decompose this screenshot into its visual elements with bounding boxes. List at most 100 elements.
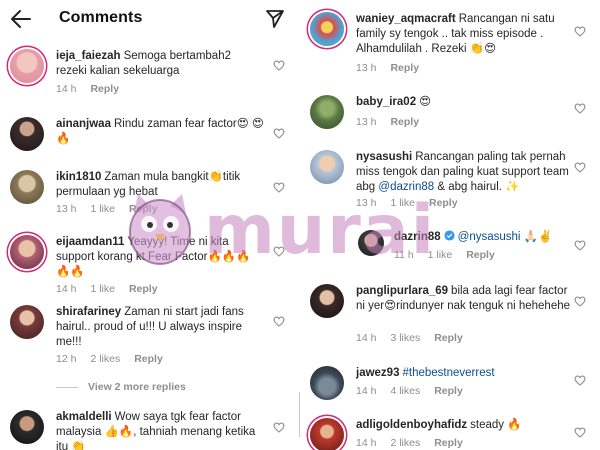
- avatar[interactable]: [310, 284, 344, 318]
- comment-item: nysasushi Rancangan paling tak pernah mis…: [310, 150, 595, 212]
- reply-button[interactable]: Reply: [434, 437, 463, 449]
- comment-username[interactable]: ainanjwaa: [56, 118, 111, 130]
- reply-button[interactable]: Reply: [90, 83, 119, 95]
- heart-icon[interactable]: [574, 375, 586, 386]
- comments-panel-right: waniey_aqmacraft Rancangan ni satu family…: [302, 0, 600, 450]
- comment-username[interactable]: nysasushi: [356, 151, 412, 163]
- comment-meta: 13 h Reply: [356, 116, 433, 128]
- mention-link[interactable]: @nysasushi: [458, 231, 521, 243]
- comment-username[interactable]: adligoldenboyhafidz: [356, 419, 467, 431]
- comment-time: 11 h: [394, 249, 414, 261]
- heart-icon[interactable]: [574, 296, 586, 307]
- reply-button[interactable]: Reply: [129, 203, 158, 215]
- comment-username[interactable]: panglipurlara_69: [356, 285, 448, 297]
- heart-icon[interactable]: [574, 240, 586, 251]
- like-count[interactable]: 1 like: [90, 203, 115, 215]
- comment-meta: 14 h 3 likes Reply: [356, 332, 477, 344]
- reply-button[interactable]: Reply: [466, 249, 495, 261]
- reply-button[interactable]: Reply: [429, 197, 458, 209]
- like-count[interactable]: 2 likes: [390, 437, 420, 449]
- comment-meta: 14 h 2 likes Reply: [356, 437, 477, 449]
- comment-time: 14 h: [356, 332, 377, 344]
- reply-button[interactable]: Reply: [129, 283, 158, 295]
- comment-meta: 14 h 1 like Reply: [56, 283, 172, 295]
- like-count[interactable]: 1 like: [390, 197, 415, 209]
- comment-username[interactable]: akmaldelli: [56, 411, 112, 423]
- avatar[interactable]: [10, 117, 44, 151]
- verified-badge-icon: [444, 230, 455, 241]
- comment-meta: 13 h Reply: [356, 62, 433, 74]
- comment-time: 12 h: [56, 353, 77, 365]
- comment-item: ainanjwaa Rindu zaman fear factor😍 😍🔥: [10, 117, 290, 153]
- arrow-left-icon[interactable]: [10, 8, 32, 30]
- comment-item: baby_ira02 😍 13 h Reply: [310, 95, 595, 131]
- heart-icon[interactable]: [273, 246, 285, 257]
- avatar[interactable]: [10, 235, 44, 269]
- heart-icon[interactable]: [574, 103, 586, 114]
- comment-username[interactable]: shirafariney: [56, 306, 121, 318]
- page-title: Comments: [59, 9, 143, 26]
- heart-icon[interactable]: [574, 26, 586, 37]
- reply-button[interactable]: Reply: [434, 332, 463, 344]
- heart-icon[interactable]: [273, 60, 285, 71]
- avatar[interactable]: [10, 410, 44, 444]
- avatar[interactable]: [310, 366, 344, 400]
- avatar[interactable]: [10, 305, 44, 339]
- comments-panel-left: Comments ieja_faiezah Semoga bertambah2 r…: [0, 0, 297, 450]
- comment-time: 14 h: [56, 83, 77, 95]
- reply-button[interactable]: Reply: [390, 116, 419, 128]
- heart-icon[interactable]: [273, 316, 285, 327]
- comment-item: akmaldelli Wow saya tgk fear factor malay…: [10, 410, 290, 450]
- like-count[interactable]: 3 likes: [390, 332, 420, 344]
- heart-icon[interactable]: [273, 422, 285, 433]
- heart-icon[interactable]: [574, 162, 586, 173]
- comment-time: 14 h: [356, 437, 377, 449]
- comment-time: 13 h: [356, 116, 377, 128]
- comment-username[interactable]: waniey_aqmacraft: [356, 13, 456, 25]
- comment-time: 14 h: [356, 385, 377, 397]
- paper-plane-icon[interactable]: [265, 9, 285, 29]
- comment-item: ikin1810 Zaman mula bangkit👏titik permula…: [10, 170, 290, 218]
- avatar[interactable]: [358, 230, 384, 256]
- like-count[interactable]: 1 like: [90, 283, 115, 295]
- reply-button[interactable]: Reply: [390, 62, 419, 74]
- heart-icon[interactable]: [273, 128, 285, 139]
- comment-item: dazrin88 @nysasushi 🙏🏻✌️ 11 h 1 like Reply: [358, 230, 595, 266]
- avatar[interactable]: [310, 12, 344, 46]
- comment-text: steady 🔥: [470, 419, 522, 431]
- comment-username[interactable]: baby_ira02: [356, 96, 416, 108]
- avatar[interactable]: [10, 49, 44, 83]
- comment-item: ieja_faiezah Semoga bertambah2 rezeki kal…: [10, 49, 290, 99]
- comment-username[interactable]: ikin1810: [56, 171, 101, 183]
- comment-meta: 14 h Reply: [56, 83, 133, 95]
- comment-username[interactable]: ieja_faiezah: [56, 50, 121, 62]
- like-count[interactable]: 2 likes: [90, 353, 120, 365]
- view-more-replies-button[interactable]: View 2 more replies: [56, 381, 186, 393]
- comment-meta: 11 h 1 like Reply: [394, 249, 509, 261]
- comment-meta: 13 h 1 like Reply: [56, 203, 172, 215]
- comment-time: 13 h: [356, 62, 377, 74]
- avatar[interactable]: [310, 95, 344, 129]
- comment-username[interactable]: jawez93: [356, 367, 399, 379]
- comment-meta: 12 h 2 likes Reply: [56, 353, 177, 365]
- mention-link[interactable]: @dazrin88: [378, 181, 434, 193]
- like-count[interactable]: 4 likes: [390, 385, 420, 397]
- comment-time: 13 h: [56, 203, 77, 215]
- comment-username[interactable]: eijaamdan11: [56, 236, 124, 248]
- comment-item: waniey_aqmacraft Rancangan ni satu family…: [310, 12, 595, 76]
- comment-item: panglipurlara_69 bila ada lagi fear facto…: [310, 284, 595, 346]
- avatar[interactable]: [10, 170, 44, 204]
- hashtag-link[interactable]: #thebestneverrest: [402, 367, 494, 379]
- avatar[interactable]: [310, 150, 344, 184]
- reply-button[interactable]: Reply: [134, 353, 163, 365]
- avatar[interactable]: [310, 418, 344, 450]
- like-count[interactable]: 1 like: [428, 249, 453, 261]
- comment-item: shirafariney Zaman ni start jadi fans hai…: [10, 305, 290, 367]
- comment-item: adligoldenboyhafidz steady 🔥 14 h 2 likes R…: [310, 418, 595, 450]
- heart-icon[interactable]: [574, 427, 586, 438]
- comment-text-tail: & abg hairul. ✨: [434, 181, 520, 193]
- heart-icon[interactable]: [273, 182, 285, 193]
- reply-button[interactable]: Reply: [434, 385, 463, 397]
- comment-item: jawez93 #thebestneverrest 14 h 4 likes Repl…: [310, 366, 595, 400]
- comment-username[interactable]: dazrin88: [394, 231, 441, 243]
